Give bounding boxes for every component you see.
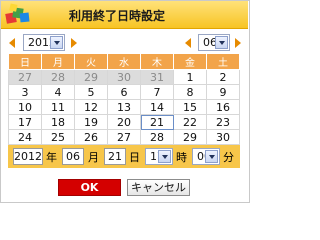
year-select[interactable]: 2012 bbox=[23, 34, 65, 51]
day-cell[interactable]: 17 bbox=[8, 114, 42, 130]
day-cell[interactable]: 2 bbox=[206, 69, 240, 85]
next-year-arrow-icon[interactable] bbox=[71, 38, 77, 48]
chevron-down-icon bbox=[158, 150, 171, 163]
month-unit-label: 月 bbox=[88, 151, 99, 164]
day-cell[interactable]: 6 bbox=[107, 84, 141, 100]
ok-button[interactable]: OK bbox=[58, 179, 121, 196]
day-cell[interactable]: 26 bbox=[74, 129, 108, 145]
prev-year-arrow-icon[interactable] bbox=[9, 38, 15, 48]
chevron-down-icon bbox=[50, 36, 63, 49]
day-cell[interactable]: 29 bbox=[173, 129, 207, 145]
chevron-down-icon bbox=[215, 36, 228, 49]
day-cell[interactable]: 27 bbox=[107, 129, 141, 145]
calendar-grid: 日 月 火 水 木 金 土 27 28 29 30 31 1 2 3 4 5 6… bbox=[8, 53, 240, 145]
weekday-wed: 水 bbox=[107, 53, 141, 70]
hour-select[interactable]: 17 bbox=[145, 148, 173, 165]
day-cell[interactable]: 10 bbox=[8, 99, 42, 115]
day-cell[interactable]: 20 bbox=[107, 114, 141, 130]
datetime-bar: 2012 年 06 月 21 日 17 時 00 分 bbox=[8, 145, 240, 168]
day-cell[interactable]: 24 bbox=[8, 129, 42, 145]
calendar-logo-icon bbox=[5, 3, 30, 24]
day-cell[interactable]: 5 bbox=[74, 84, 108, 100]
day-field[interactable]: 21 bbox=[104, 148, 126, 165]
month-field[interactable]: 06 bbox=[62, 148, 84, 165]
day-cell[interactable]: 30 bbox=[107, 69, 141, 85]
day-cell[interactable]: 31 bbox=[140, 69, 174, 85]
day-cell[interactable]: 7 bbox=[140, 84, 174, 100]
day-cell[interactable]: 27 bbox=[8, 69, 42, 85]
day-cell-selected[interactable]: 21 bbox=[140, 114, 174, 130]
day-cell[interactable]: 28 bbox=[41, 69, 75, 85]
day-cell[interactable]: 30 bbox=[206, 129, 240, 145]
dialog-header: 利用終了日時設定 bbox=[1, 1, 248, 29]
weekday-thu: 木 bbox=[140, 53, 174, 70]
weekday-tue: 火 bbox=[74, 53, 108, 70]
day-cell[interactable]: 9 bbox=[206, 84, 240, 100]
weekday-fri: 金 bbox=[173, 53, 207, 70]
day-cell[interactable]: 11 bbox=[41, 99, 75, 115]
year-field[interactable]: 2012 bbox=[13, 148, 43, 165]
weekday-sat: 土 bbox=[206, 53, 240, 70]
day-cell[interactable]: 22 bbox=[173, 114, 207, 130]
chevron-down-icon bbox=[205, 150, 218, 163]
day-cell[interactable]: 16 bbox=[206, 99, 240, 115]
day-cell[interactable]: 14 bbox=[140, 99, 174, 115]
day-cell[interactable]: 15 bbox=[173, 99, 207, 115]
day-cell[interactable]: 29 bbox=[74, 69, 108, 85]
day-cell[interactable]: 8 bbox=[173, 84, 207, 100]
cancel-button[interactable]: キャンセル bbox=[127, 179, 190, 196]
day-cell[interactable]: 18 bbox=[41, 114, 75, 130]
weekday-mon: 月 bbox=[41, 53, 75, 70]
minute-unit-label: 分 bbox=[223, 151, 234, 164]
day-cell[interactable]: 4 bbox=[41, 84, 75, 100]
year-unit-label: 年 bbox=[46, 151, 57, 164]
day-cell[interactable]: 3 bbox=[8, 84, 42, 100]
minute-select[interactable]: 00 bbox=[192, 148, 220, 165]
day-cell[interactable]: 23 bbox=[206, 114, 240, 130]
day-cell[interactable]: 1 bbox=[173, 69, 207, 85]
day-cell[interactable]: 19 bbox=[74, 114, 108, 130]
hour-unit-label: 時 bbox=[176, 151, 187, 164]
prev-month-arrow-icon[interactable] bbox=[185, 38, 191, 48]
day-unit-label: 日 bbox=[129, 151, 140, 164]
month-select[interactable]: 06 bbox=[198, 34, 230, 51]
next-month-arrow-icon[interactable] bbox=[235, 38, 241, 48]
day-cell[interactable]: 12 bbox=[74, 99, 108, 115]
day-cell[interactable]: 28 bbox=[140, 129, 174, 145]
weekday-sun: 日 bbox=[8, 53, 42, 70]
day-cell[interactable]: 25 bbox=[41, 129, 75, 145]
dialog-title: 利用終了日時設定 bbox=[69, 9, 166, 23]
day-cell[interactable]: 13 bbox=[107, 99, 141, 115]
